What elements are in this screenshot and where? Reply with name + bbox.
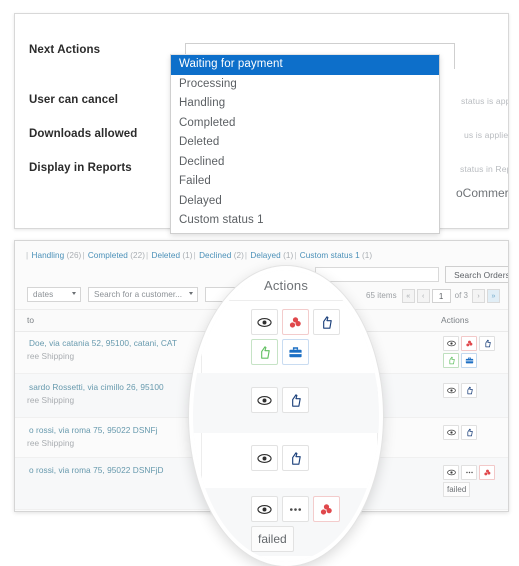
column-header-to: to [27, 315, 35, 325]
settings-label-downloads-allowed: Downloads allowed [29, 128, 138, 140]
status-link-deleted[interactable]: Deleted [152, 251, 181, 260]
status-link-completed[interactable]: Completed [88, 251, 128, 260]
magnified-table-row[interactable] [193, 556, 379, 566]
status-link-delayed[interactable]: Delayed [250, 251, 280, 260]
magnified-order-actions [251, 309, 355, 365]
dropdown-option-completed[interactable]: Completed [171, 114, 439, 134]
thumbs-up-green-icon[interactable] [443, 353, 459, 368]
chevron-down-icon [72, 292, 76, 295]
settings-help-commerce: oCommerc [456, 186, 509, 200]
next-actions-dropdown-list[interactable]: Waiting for payment Processing Handling … [170, 54, 440, 234]
dropdown-option-failed[interactable]: Failed [171, 172, 439, 192]
magnifier-lens: Actions failed [189, 266, 383, 566]
pagination-total-pages: of 3 [454, 291, 468, 300]
thumbs-up-icon[interactable] [282, 445, 309, 471]
settings-help-display-in-reports: status in Rep [460, 164, 509, 174]
eye-icon[interactable] [251, 562, 278, 566]
dropdown-option-declined[interactable]: Declined [171, 153, 439, 173]
eye-icon[interactable] [443, 425, 459, 440]
pagination-last-button[interactable]: » [487, 288, 500, 303]
scissors-icon[interactable] [479, 465, 495, 480]
order-shipping: ree Shipping [27, 438, 75, 448]
magnified-order-actions: failed [251, 496, 355, 552]
column-header-actions: Actions [441, 315, 469, 325]
status-badge: failed [251, 526, 294, 552]
dropdown-option-delayed[interactable]: Delayed [171, 192, 439, 212]
eye-icon[interactable] [443, 465, 459, 480]
thumbs-up-icon[interactable] [461, 383, 477, 398]
order-address[interactable]: sardo Rossetti, via cimillo 26, 95100 [29, 382, 164, 392]
scissors-icon[interactable] [282, 309, 309, 335]
dropdown-option-custom-status-1[interactable]: Custom status 1 [171, 211, 439, 231]
settings-help-user-can-cancel: status is applied [461, 96, 508, 106]
magnified-table-row[interactable] [193, 373, 379, 433]
filter-dates-value: dates [33, 290, 54, 299]
dropdown-option-handling[interactable]: Handling [171, 94, 439, 114]
magnified-table-row[interactable]: failed [193, 488, 379, 556]
settings-label-user-can-cancel: User can cancel [29, 94, 119, 106]
status-count-completed: (22) [130, 251, 145, 260]
status-badge: failed [443, 482, 471, 497]
thumbs-up-icon[interactable] [313, 309, 340, 335]
briefcase-icon[interactable] [461, 353, 477, 368]
thumbs-up-icon[interactable] [282, 387, 309, 413]
pagination-page-input[interactable]: 1 [431, 288, 451, 303]
status-link-custom-status-1[interactable]: Custom status 1 [300, 251, 360, 260]
eye-icon[interactable] [251, 309, 278, 335]
pagination-prev-button[interactable]: ‹ [416, 288, 430, 303]
status-filter-links: | Handling (26)| Completed (22)| Deleted… [26, 251, 373, 260]
settings-label-display-in-reports: Display in Reports [29, 162, 132, 174]
scissors-icon[interactable] [461, 336, 477, 351]
magnified-table-row[interactable] [193, 433, 379, 488]
pagination: 65 items « ‹ 1 of 3 › » [366, 288, 500, 303]
status-count-deleted: (1) [182, 251, 193, 260]
status-count-delayed: (1) [283, 251, 294, 260]
order-shipping: ree Shipping [27, 351, 75, 361]
eye-icon[interactable] [251, 496, 278, 522]
ellipsis-icon[interactable] [282, 496, 309, 522]
thumbs-up-icon[interactable] [461, 425, 477, 440]
magnifier-content: Actions failed [193, 270, 379, 562]
eye-icon[interactable] [251, 387, 278, 413]
dropdown-option-deleted[interactable]: Deleted [171, 133, 439, 153]
magnified-table-row[interactable] [193, 301, 379, 373]
order-actions: failed [443, 465, 505, 497]
eye-icon[interactable] [251, 445, 278, 471]
magnified-order-actions [251, 562, 355, 566]
refresh-icon[interactable] [282, 562, 309, 566]
settings-help-downloads-allowed: us is applied o [464, 130, 509, 140]
settings-label-next-actions: Next Actions [29, 44, 101, 56]
thumbs-up-icon[interactable] [479, 336, 495, 351]
status-count-handling: (26) [66, 251, 82, 260]
magnified-order-actions [251, 387, 355, 413]
order-address[interactable]: o rossi, via roma 75, 95022 DSNFj [29, 425, 157, 435]
filter-customer-value: Search for a customer... [94, 290, 183, 299]
order-shipping: ree Shipping [27, 395, 75, 405]
eye-icon[interactable] [443, 336, 459, 351]
filter-dates-select[interactable]: dates [27, 287, 81, 302]
status-count-declined: (2) [233, 251, 244, 260]
filter-customer-select[interactable]: Search for a customer... [88, 287, 198, 302]
magnified-order-actions [251, 445, 355, 471]
dropdown-option-processing[interactable]: Processing [171, 75, 439, 95]
order-address[interactable]: Doe, via catania 52, 95100, catani, CAT [29, 338, 177, 348]
scissors-icon[interactable] [313, 496, 340, 522]
magnifier-actions-title: Actions [263, 278, 309, 293]
status-link-declined[interactable]: Declined [199, 251, 231, 260]
pagination-first-button[interactable]: « [401, 288, 415, 303]
search-orders-button[interactable]: Search Orders [445, 266, 508, 283]
status-count-custom-status-1: (1) [362, 251, 373, 260]
dropdown-option-waiting-for-payment[interactable]: Waiting for payment [171, 55, 439, 75]
order-actions [443, 383, 505, 398]
thumbs-up-green-icon[interactable] [251, 339, 278, 365]
briefcase-icon[interactable] [282, 339, 309, 365]
pagination-next-button[interactable]: › [472, 288, 485, 303]
eye-icon[interactable] [443, 383, 459, 398]
order-actions [443, 425, 505, 440]
ellipsis-icon[interactable] [461, 465, 477, 480]
status-link-handling[interactable]: Handling [32, 251, 65, 260]
order-address[interactable]: o rossi, via roma 75, 95022 DSNFjD [29, 465, 164, 475]
order-actions [443, 336, 505, 368]
